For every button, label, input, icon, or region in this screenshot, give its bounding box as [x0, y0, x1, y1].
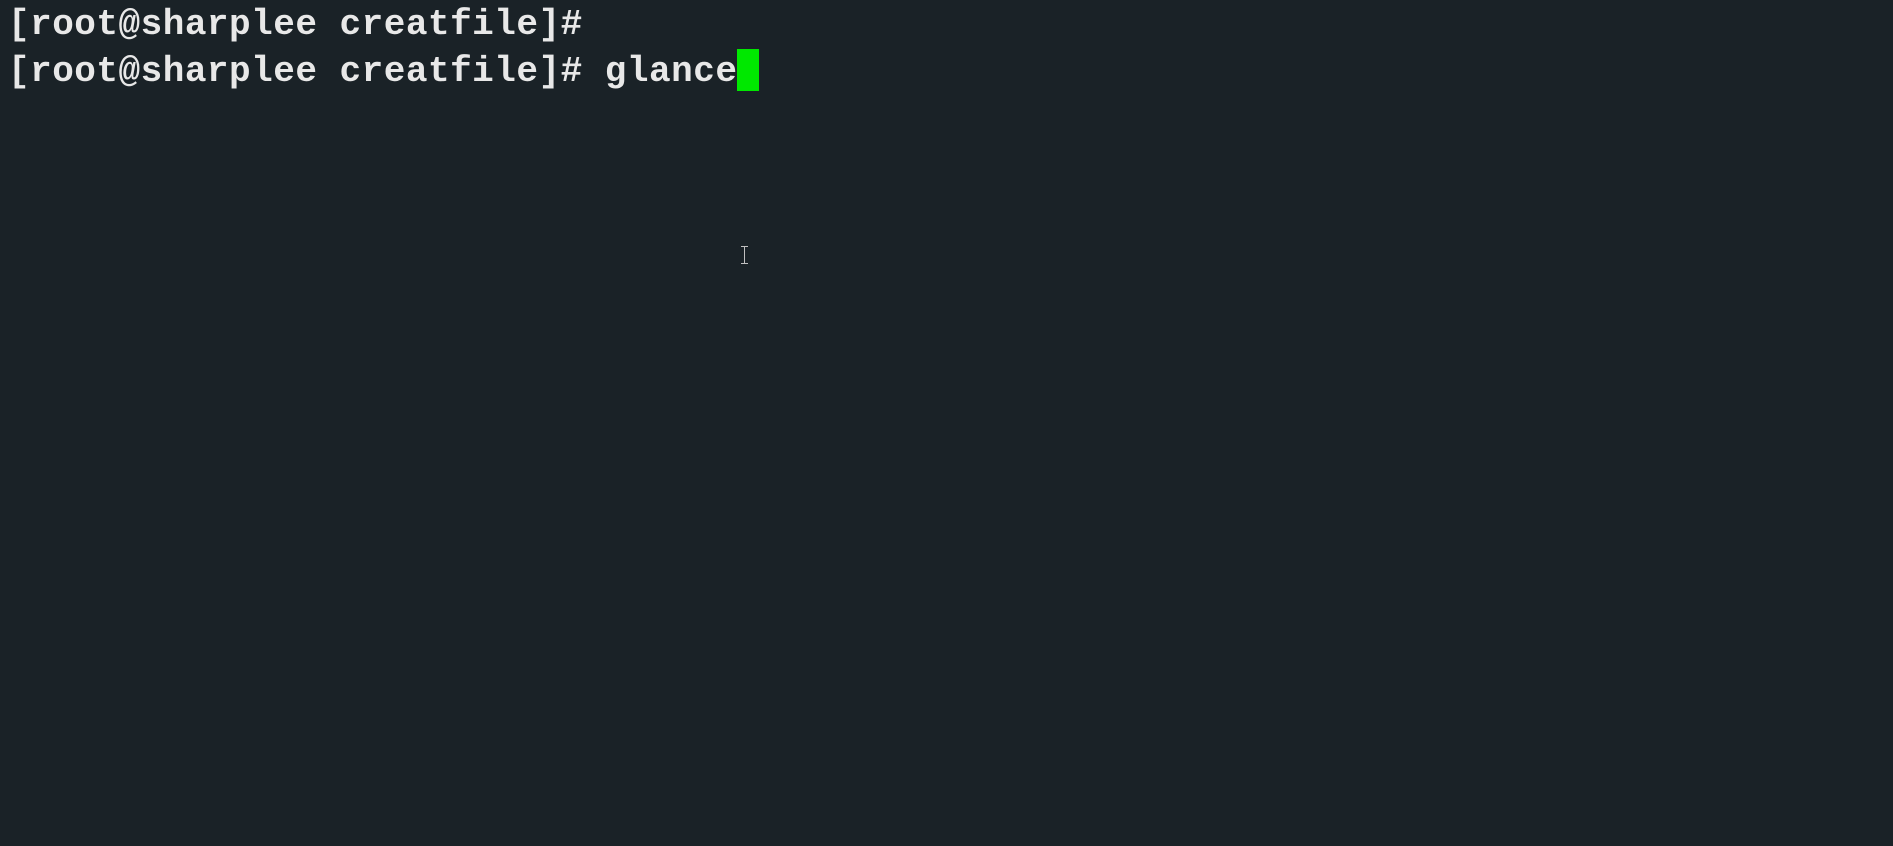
terminal-line-2[interactable]: [root@sharplee creatfile]# glance [8, 49, 1885, 96]
mouse-text-cursor-icon [744, 246, 745, 264]
terminal-line-1: [root@sharplee creatfile]# [8, 2, 1885, 49]
terminal-cursor [737, 49, 759, 91]
shell-prompt: [root@sharplee creatfile]# [8, 2, 605, 49]
command-input[interactable]: glance [605, 49, 738, 96]
shell-prompt: [root@sharplee creatfile]# [8, 49, 605, 96]
